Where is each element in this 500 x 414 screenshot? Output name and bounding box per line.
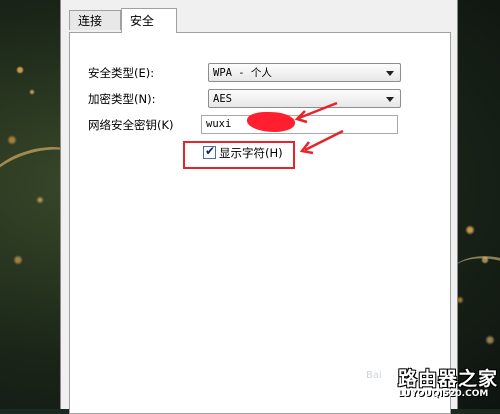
annotation-arrow-icon — [299, 129, 344, 155]
network-key-value: wuxi — [206, 118, 232, 130]
chevron-down-icon — [386, 97, 394, 102]
watermark-title: 路由器之家 — [398, 368, 499, 390]
watermark-url: LUYOUQI520.COM — [398, 389, 489, 399]
security-panel: 安全类型(E): WPA - 个人 加密类型(N): AES 网络安全密钥(K)… — [69, 32, 451, 414]
tab-connection[interactable]: 连接 — [69, 10, 121, 30]
encryption-type-label: 加密类型(N): — [88, 92, 156, 106]
encryption-type-value: AES — [213, 93, 232, 105]
security-type-value: WPA - 个人 — [213, 67, 272, 79]
tab-security[interactable]: 安全 — [121, 8, 177, 33]
security-type-label: 安全类型(E): — [88, 66, 155, 80]
show-characters-checkbox[interactable]: ✔ — [203, 144, 216, 159]
annotation-arrow-icon — [294, 101, 338, 124]
chevron-down-icon — [386, 71, 394, 76]
checkmark-icon: ✔ — [205, 144, 216, 158]
wireless-properties-dialog: 连接 安全 安全类型(E): WPA - 个人 加密类型(N): AES 网络安… — [60, 0, 458, 414]
show-characters-label[interactable]: 显示字符(H) — [219, 145, 283, 161]
network-key-label: 网络安全密钥(K) — [88, 118, 174, 132]
security-type-select[interactable]: WPA - 个人 — [208, 63, 401, 82]
site-watermark: 路由器之家 LUYOUQI520.COM — [398, 364, 498, 399]
redaction-mark — [247, 112, 295, 132]
baidu-watermark: Bai — [366, 370, 382, 381]
